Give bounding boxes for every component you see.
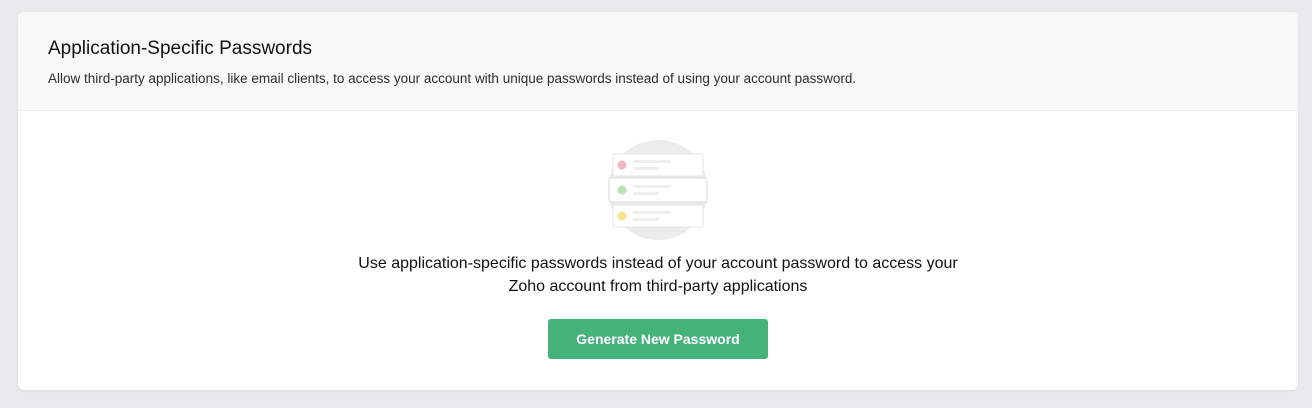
card-header: Application-Specific Passwords Allow thi… bbox=[18, 12, 1298, 111]
empty-state-message-line1: Use application-specific passwords inste… bbox=[358, 255, 958, 272]
empty-state: Use application-specific passwords inste… bbox=[18, 111, 1298, 390]
generate-new-password-button[interactable]: Generate New Password bbox=[548, 319, 768, 359]
page-description: Allow third-party applications, like ema… bbox=[48, 71, 857, 86]
page-title: Application-Specific Passwords bbox=[48, 38, 313, 59]
empty-state-message-line2: Zoho account from third-party applicatio… bbox=[508, 278, 808, 295]
password-list-illustration-icon bbox=[608, 140, 708, 240]
empty-state-message: Use application-specific passwords inste… bbox=[18, 252, 1298, 298]
app-passwords-card: Application-Specific Passwords Allow thi… bbox=[18, 12, 1298, 390]
